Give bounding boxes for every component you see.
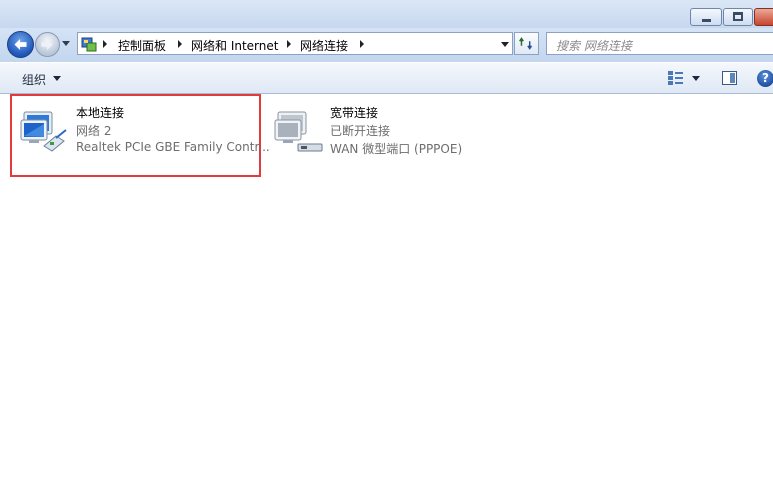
search-input[interactable]: 搜索 网络连接 <box>546 32 773 55</box>
control-panel-icon <box>81 37 97 52</box>
maximize-button[interactable] <box>723 8 753 26</box>
breadcrumb-separator-icon[interactable] <box>178 40 182 48</box>
connection-item-local[interactable]: 本地连接 网络 2 Realtek PCIe GBE Family Contr.… <box>20 102 270 168</box>
broadband-connection-icon <box>274 111 323 152</box>
connection-device: Realtek PCIe GBE Family Contr... <box>76 140 270 154</box>
command-toolbar: 组织 ? <box>0 62 773 94</box>
view-options-icon[interactable] <box>668 71 684 85</box>
connection-name: 宽带连接 <box>330 106 379 120</box>
breadcrumb-network-connections[interactable]: 网络连接 <box>300 37 348 54</box>
breadcrumb-network-internet[interactable]: 网络和 Internet <box>191 37 278 54</box>
organize-dropdown-icon[interactable] <box>53 76 61 81</box>
refresh-button[interactable] <box>514 32 539 55</box>
back-button[interactable] <box>7 31 34 58</box>
lan-connection-icon <box>20 111 67 152</box>
close-button[interactable] <box>754 8 773 26</box>
search-placeholder: 搜索 网络连接 <box>556 39 632 53</box>
breadcrumb-control-panel[interactable]: 控制面板 <box>118 37 166 54</box>
help-icon[interactable]: ? <box>757 70 773 87</box>
connection-device: WAN 微型端口 (PPPOE) <box>330 142 463 156</box>
view-dropdown-icon[interactable] <box>692 76 700 81</box>
navigation-bar: 控制面板 网络和 Internet 网络连接 搜索 网络连接 <box>0 28 773 62</box>
window-title-bar <box>0 0 773 30</box>
back-arrow-icon <box>14 38 27 51</box>
forward-arrow-icon <box>41 38 53 51</box>
breadcrumb-separator-icon[interactable] <box>360 40 364 48</box>
address-bar[interactable]: 控制面板 网络和 Internet 网络连接 <box>77 32 513 55</box>
forward-button[interactable] <box>35 32 60 57</box>
minimize-icon <box>702 19 711 22</box>
maximize-icon <box>733 12 743 21</box>
refresh-icon <box>519 37 533 50</box>
breadcrumb-separator-icon[interactable] <box>287 40 291 48</box>
connection-status: 已断开连接 <box>330 124 391 138</box>
connections-list: 本地连接 网络 2 Realtek PCIe GBE Family Contr.… <box>0 94 773 494</box>
connection-name: 本地连接 <box>76 106 125 120</box>
preview-pane-icon[interactable] <box>722 71 737 85</box>
connection-status: 网络 2 <box>76 124 112 138</box>
breadcrumb-separator-icon <box>103 40 107 48</box>
organize-button[interactable]: 组织 <box>22 71 46 88</box>
history-dropdown-icon[interactable] <box>62 41 70 46</box>
connection-item-broadband[interactable]: 宽带连接 已断开连接 WAN 微型端口 (PPPOE) <box>274 102 494 168</box>
address-dropdown-icon[interactable] <box>501 42 509 47</box>
minimize-button[interactable] <box>690 8 722 26</box>
